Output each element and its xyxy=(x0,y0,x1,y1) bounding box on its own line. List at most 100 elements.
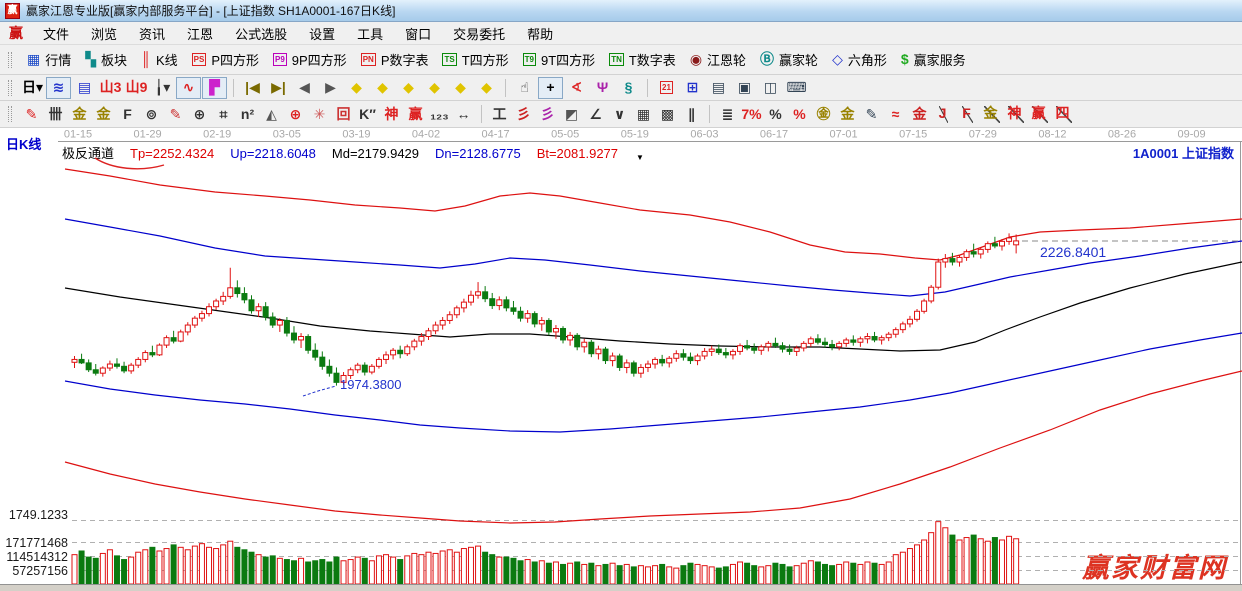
tool-zigzag-overlay-button[interactable]: ∿ xyxy=(176,76,201,99)
tool-calculator-button[interactable]: ⊞ xyxy=(680,77,705,99)
tool-crosshair-tool-button[interactable]: + xyxy=(538,76,563,99)
toolbar-t-number-table-button[interactable]: TN T数字表 xyxy=(603,48,682,71)
menu-item-window[interactable]: 窗口 xyxy=(394,22,442,45)
tool-n-square-button[interactable]: n² xyxy=(236,104,259,125)
toolbar-winner-service-button[interactable]: $ 赢家服务 xyxy=(895,48,972,71)
tool-last-page-button[interactable]: ▶| xyxy=(266,77,291,99)
tool-box-measure-button[interactable]: 工 xyxy=(488,104,511,125)
tool-diamond-center-button[interactable]: ◆ xyxy=(448,77,473,99)
toolbar-winner-wheel-button[interactable]: Ⓑ 赢家轮 xyxy=(754,48,824,71)
tool-grid-coarse-button[interactable]: ▩ xyxy=(656,104,679,125)
tool-angle-measure-tool-button[interactable]: ∢ xyxy=(564,77,589,99)
tool-spiral-button[interactable]: ⊚ xyxy=(140,104,163,125)
tool-box-spiral-button[interactable]: 回 xyxy=(332,104,355,125)
tool-angle-f-button[interactable]: F xyxy=(956,104,979,125)
tool-workstation-button[interactable]: ⌨ xyxy=(784,77,809,99)
menu-item-news[interactable]: 资讯 xyxy=(128,22,176,45)
tool-mini-chart-3-button[interactable]: 山3 xyxy=(98,77,123,99)
tool-v-shape-button[interactable]: ∨ xyxy=(608,104,631,125)
tool-hand-tool-button[interactable]: ☝ xyxy=(512,77,537,99)
tool-tick-ruler-button[interactable]: ⌗ xyxy=(212,104,235,125)
tool-brush-button[interactable]: ✎ xyxy=(20,104,43,125)
tool-grid-fine-button[interactable]: ▦ xyxy=(632,104,655,125)
menu-item-formula-select[interactable]: 公式选股 xyxy=(224,22,298,45)
tool-percent-retrace-button[interactable]: % xyxy=(788,104,811,125)
tool-gann-fan-box-button[interactable]: 彡 xyxy=(536,104,559,125)
toolbar-p-number-table-button[interactable]: PN P数字表 xyxy=(355,48,435,71)
toolbar-sectors-button[interactable]: ▚ 板块 xyxy=(79,48,133,71)
tool-diamond-zoom-in-button[interactable]: ◆ xyxy=(396,77,421,99)
tool-purple-marker-tool-button[interactable]: Ψ xyxy=(590,77,615,99)
tool-shen-grid-button[interactable]: 神 xyxy=(380,104,403,125)
tool-target-cross-button[interactable]: ⊕ xyxy=(284,104,307,125)
menu-item-tools[interactable]: 工具 xyxy=(346,22,394,45)
tool-pen-note-button[interactable]: ✎ xyxy=(860,104,883,125)
tool-angle-shen-button[interactable]: 神 xyxy=(1004,104,1027,125)
toolbar-t-square-button[interactable]: TS T四方形 xyxy=(436,48,514,71)
tool-angle-ying-button[interactable]: 赢 xyxy=(1028,104,1051,125)
tool-grid-ruler-button[interactable]: 卌 xyxy=(44,104,67,125)
tool-gold-grid-b-button[interactable]: 金 xyxy=(92,104,115,125)
tool-wave-band-button[interactable]: ≈ xyxy=(884,104,907,125)
toolbar-9t-square-button[interactable]: T9 9T四方形 xyxy=(517,48,602,71)
tool-k-mark-button[interactable]: K″ xyxy=(356,104,379,125)
tool-angle-j-button[interactable]: J xyxy=(932,104,955,125)
tool-angle-gold-button[interactable]: 金 xyxy=(980,104,1003,125)
toolbar-grip[interactable] xyxy=(8,79,12,96)
tool-prev-bar-button[interactable]: ◀ xyxy=(292,77,317,99)
chart-canvas[interactable]: 01-15 01-29 02-19 03-05 03-19 04-02 04-17 05-05… xyxy=(0,128,1242,591)
tool-candle-style-dropdown-button[interactable]: ╽▾ xyxy=(150,77,175,99)
tool-save-screen-button[interactable]: ▣ xyxy=(732,77,757,99)
menu-item-gann[interactable]: 江恩 xyxy=(176,22,224,45)
tool-mini-chart-9-button[interactable]: 山9 xyxy=(124,77,149,99)
tool-star-grid-button[interactable]: ✳ xyxy=(308,104,331,125)
tool-grid-123-button[interactable]: ₁₂₃ xyxy=(428,104,451,125)
tool-f-grid-button[interactable]: F xyxy=(116,104,139,125)
toolbar-9p-square-button[interactable]: P9 9P四方形 xyxy=(267,48,353,71)
tool-gold-underline-button[interactable]: 金 xyxy=(908,104,931,125)
tool-gold-grid-a-button[interactable]: 金 xyxy=(68,104,91,125)
tool-angle-si-button[interactable]: 四 xyxy=(1052,104,1075,125)
tool-parallel-lines-button[interactable]: ∥ xyxy=(680,104,703,125)
tool-trend-angle-button[interactable]: ∠ xyxy=(584,104,607,125)
tool-diamond-scroll-left-button[interactable]: ◆ xyxy=(344,77,369,99)
menu-item-help[interactable]: 帮助 xyxy=(516,22,564,45)
menu-item-file[interactable]: 文件 xyxy=(32,22,80,45)
tool-diamond-zoom-out-button[interactable]: ◆ xyxy=(422,77,447,99)
tool-volume-profile-button[interactable]: ▛ xyxy=(202,76,227,99)
toolbar-grip[interactable] xyxy=(8,51,12,68)
toolbar-hexagon-button[interactable]: ◇ 六角形 xyxy=(826,48,893,71)
menu-item-settings[interactable]: 设置 xyxy=(298,22,346,45)
tool-gold-section-button[interactable]: 金 xyxy=(836,104,859,125)
tool-price-scale-button[interactable]: ≣ xyxy=(716,104,739,125)
tool-brush-grid-button[interactable]: ✎ xyxy=(164,104,187,125)
toolbar-gann-wheel-button[interactable]: ◉ 江恩轮 xyxy=(684,48,752,71)
tool-ying-grid-button[interactable]: 赢 xyxy=(404,104,427,125)
tool-shaded-box-button[interactable]: ◩ xyxy=(560,104,583,125)
tool-gold-circle-button[interactable]: ㊎ xyxy=(812,104,835,125)
tool-first-page-button[interactable]: |◀ xyxy=(240,77,265,99)
toolbar-market-quotes-button[interactable]: ▦ 行情 xyxy=(21,48,77,71)
tool-knot-tool-button[interactable]: § xyxy=(616,77,641,99)
tool-next-bar-button[interactable]: ▶ xyxy=(318,77,343,99)
tool-info-panel-button[interactable]: ▤ xyxy=(72,77,97,99)
toolbar-grip[interactable] xyxy=(8,106,12,122)
menu-item-browse[interactable]: 浏览 xyxy=(80,22,128,45)
tool-wave-chart-button[interactable]: ≋ xyxy=(46,76,71,99)
tool-circle-grid-button[interactable]: ⊕ xyxy=(188,104,211,125)
menu-item-trade-order[interactable]: 交易委托 xyxy=(442,22,516,45)
shaded-box-icon: ◩ xyxy=(564,105,579,122)
tool-horizontal-span-button[interactable]: ↔ xyxy=(452,104,475,125)
tool-diamond-scroll-right-button[interactable]: ◆ xyxy=(370,77,395,99)
tool-percent-button[interactable]: % xyxy=(764,104,787,125)
tool-diamond-fit-all-button[interactable]: ◆ xyxy=(474,77,499,99)
tool-gann-fan-button[interactable]: 彡 xyxy=(512,104,535,125)
toolbar-kline-button[interactable]: ║ K线 xyxy=(135,48,184,71)
tool-percent-7-button[interactable]: 7% xyxy=(740,104,763,125)
toolbar-p-square-button[interactable]: PS P四方形 xyxy=(186,48,265,71)
tool-calendar-21-button[interactable]: 21 xyxy=(654,77,679,99)
tool-net-view-button[interactable]: ◫ xyxy=(758,77,783,99)
tool-period-day-dropdown-button[interactable]: 日▾ xyxy=(20,77,45,99)
tool-angle-mirror-button[interactable]: ◭ xyxy=(260,104,283,125)
tool-notes-button[interactable]: ▤ xyxy=(706,77,731,99)
